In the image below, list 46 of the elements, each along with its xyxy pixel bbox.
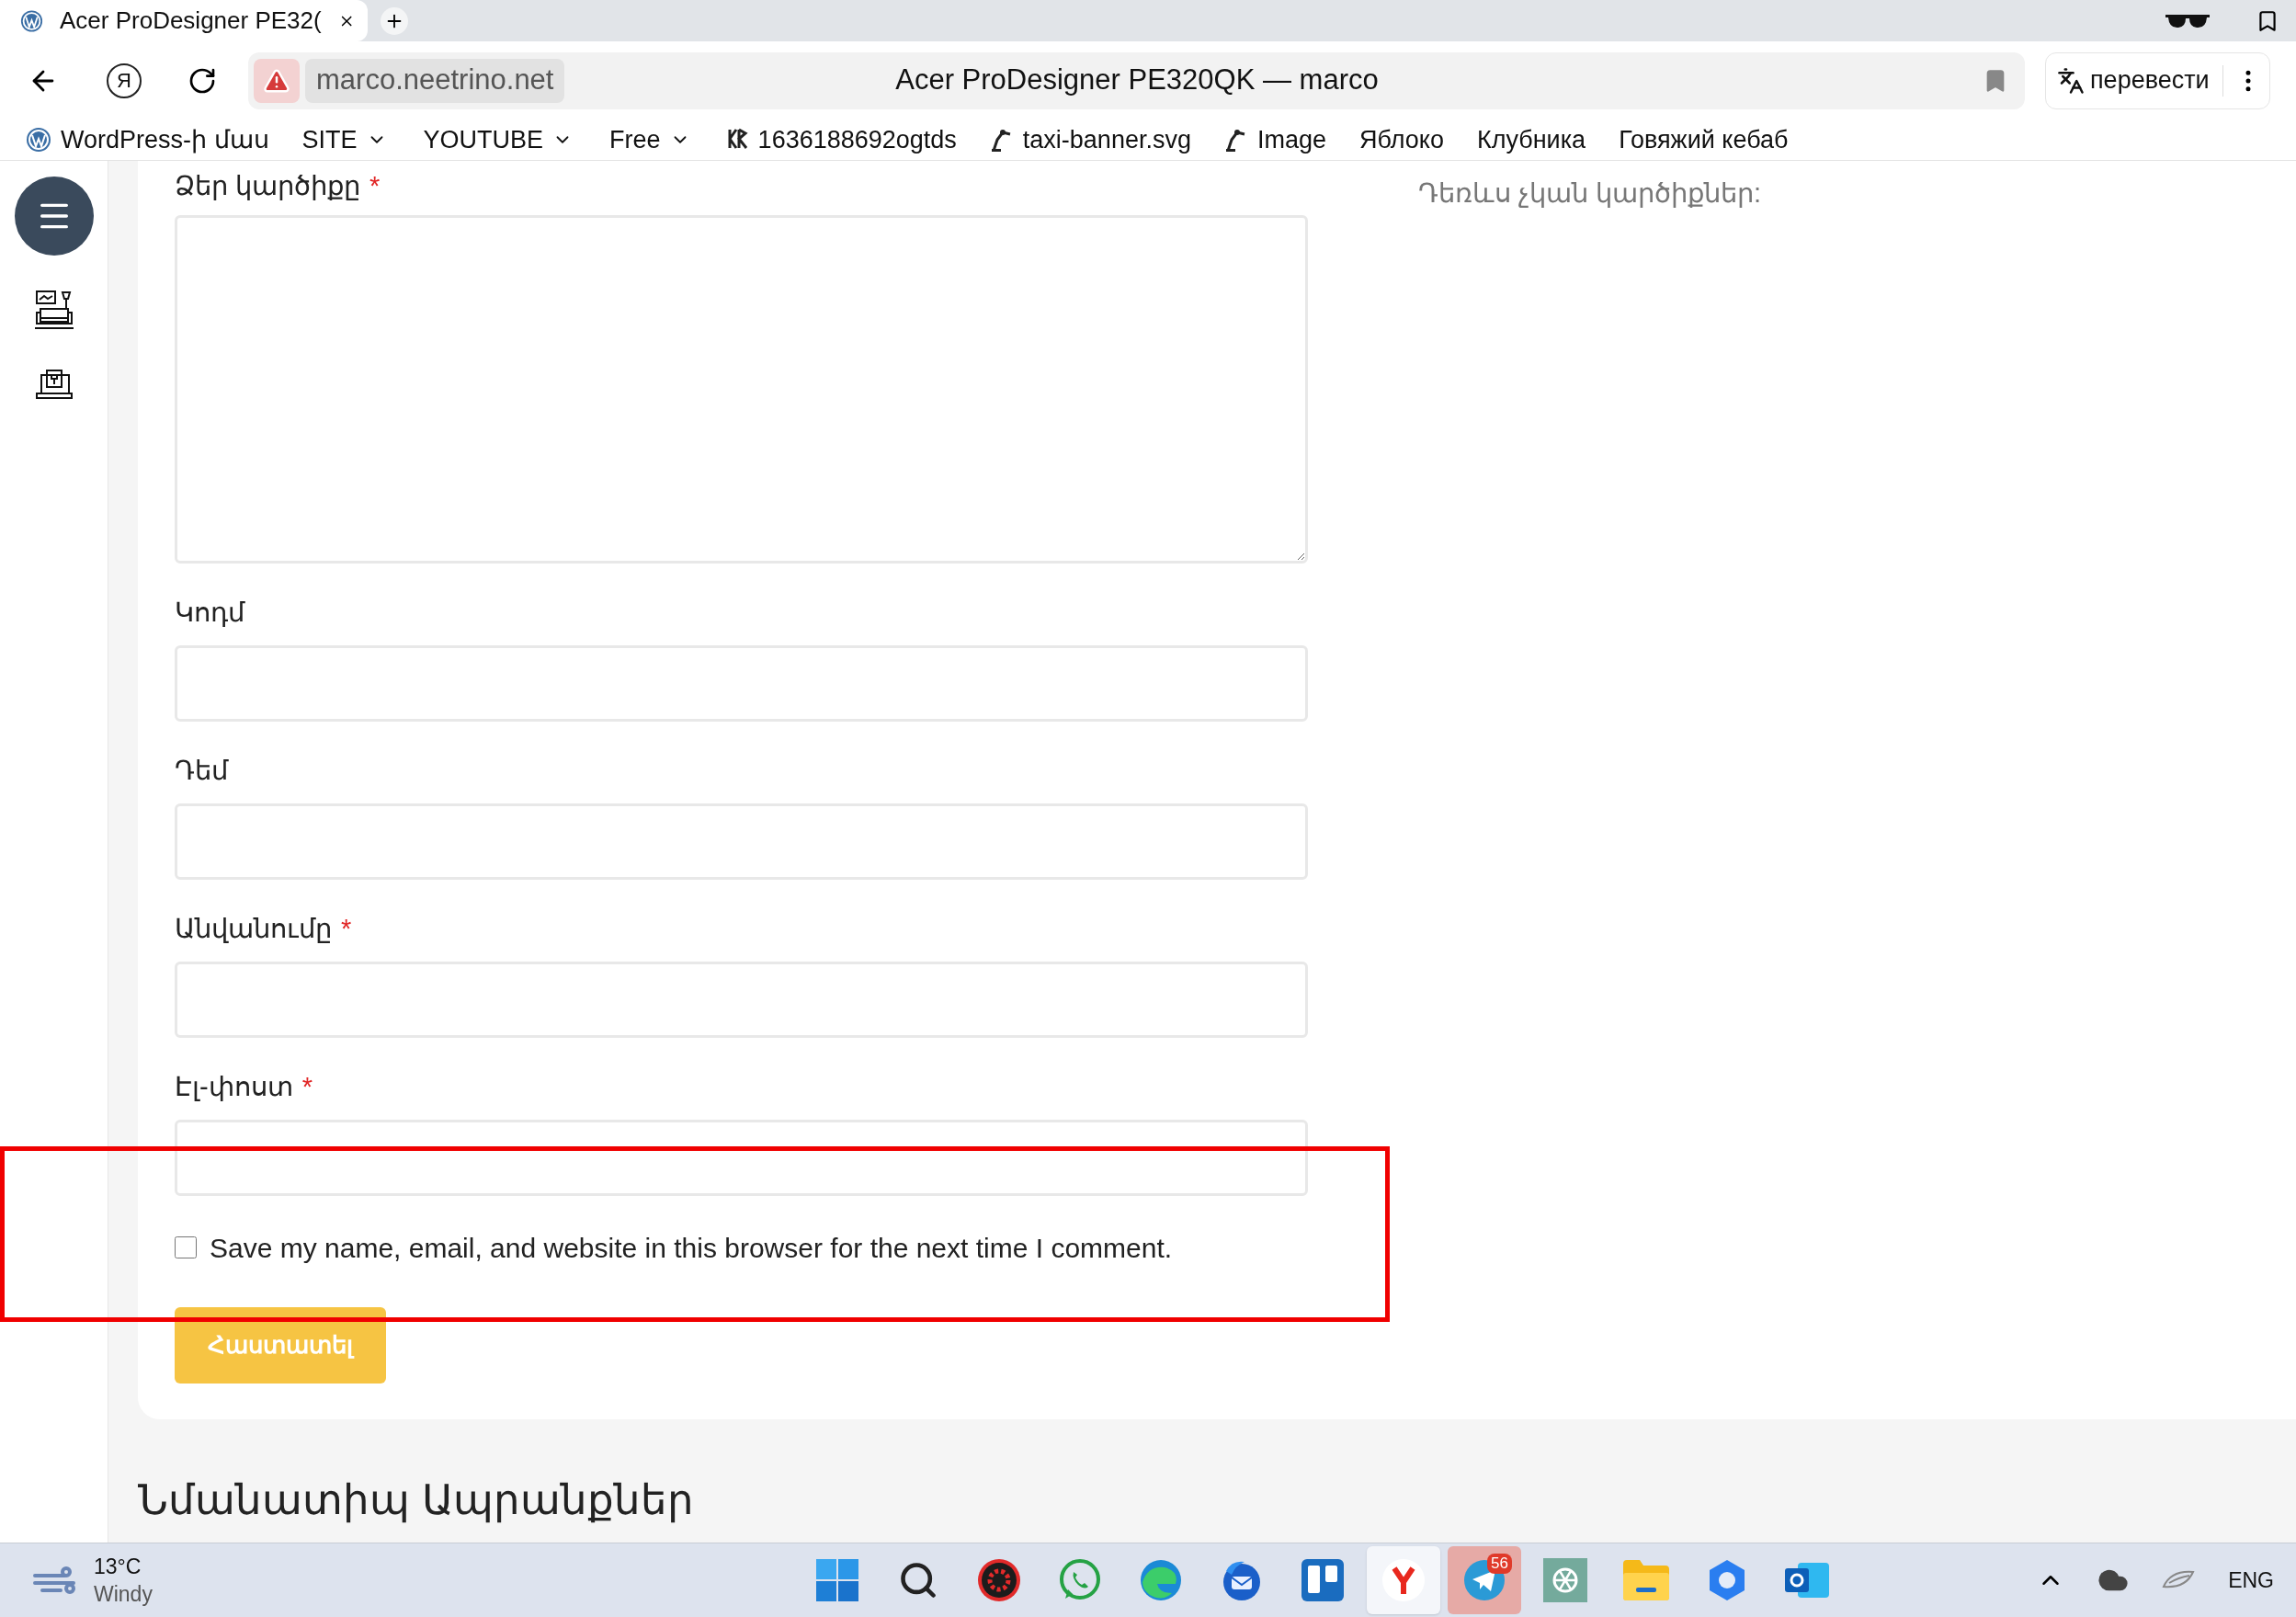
related-products-heading: Նմանատիպ Ապրանքներ — [138, 1476, 694, 1523]
wordpress-icon — [26, 127, 51, 153]
phone-bubble-icon — [1058, 1558, 1102, 1602]
bookmark-item[interactable]: Клубника — [1476, 121, 1586, 158]
wave-icon — [1139, 1558, 1183, 1602]
wind-icon[interactable] — [33, 1566, 77, 1594]
browser-tab[interactable]: Acer ProDesigner PE32( — [0, 0, 368, 41]
comment-field[interactable] — [175, 215, 1308, 564]
board-icon — [1301, 1559, 1344, 1601]
bookmark-item[interactable]: YOUTUBE — [423, 121, 577, 158]
page-title: Acer ProDesigner PE320QK — marco — [894, 63, 1380, 98]
home-button[interactable]: Я — [107, 63, 142, 98]
windows-icon — [816, 1559, 858, 1601]
gear-icon — [977, 1558, 1021, 1602]
new-tab-icon[interactable] — [381, 6, 408, 35]
field-label: Դեմ — [175, 755, 230, 788]
temperature-text[interactable]: 13°C — [94, 1553, 153, 1580]
taskbar-app[interactable]: 56 — [1448, 1546, 1521, 1614]
bookmark-item[interactable]: Говяжий кебаб — [1619, 121, 1789, 158]
bookmark-item[interactable]: Image — [1223, 121, 1326, 158]
save-info-label: Save my name, email, and website in this browser for the next time I comment. — [210, 1231, 1173, 1265]
laptop-repair-icon[interactable] — [35, 370, 73, 399]
field-label: Անվանումը * — [175, 913, 353, 946]
notification-badge: 56 — [1487, 1554, 1512, 1574]
translate-icon — [2057, 66, 2085, 95]
search-icon — [898, 1560, 938, 1600]
language-indicator[interactable]: ENG — [2228, 1564, 2274, 1597]
field-label: Ձեր կարծիքը * — [175, 170, 381, 203]
bookmark-item[interactable]: 1636188692ogtds — [726, 121, 957, 158]
bookmark-item[interactable]: Яблоко — [1359, 121, 1444, 158]
logo-icon — [726, 128, 749, 152]
living-room-icon[interactable] — [34, 290, 74, 329]
weather-condition[interactable]: Windy — [94, 1580, 153, 1608]
field-label: Կոդմ — [175, 597, 246, 630]
no-reviews-text: Դեռևս չկան կարծիքներ: — [1418, 178, 1762, 208]
save-info-checkbox[interactable] — [175, 1236, 197, 1258]
bookmark-item[interactable]: WordPress-ի մաս — [26, 121, 269, 158]
site-url[interactable]: marco.neetrino.net — [305, 58, 565, 103]
folder-icon — [1623, 1560, 1669, 1600]
bookmark-item[interactable]: SITE — [301, 121, 391, 158]
field-label: Էլ-փոստ * — [175, 1071, 313, 1104]
bookmark-item[interactable]: taxi-banner.svg — [989, 121, 1191, 158]
bookmark-item[interactable]: Free — [609, 121, 694, 158]
yandex-browser-icon — [1381, 1558, 1426, 1602]
address-bar[interactable]: marco.neetrino.net Acer ProDesigner PE320QK — marco — [248, 51, 2025, 109]
input-field[interactable] — [175, 1120, 1308, 1196]
